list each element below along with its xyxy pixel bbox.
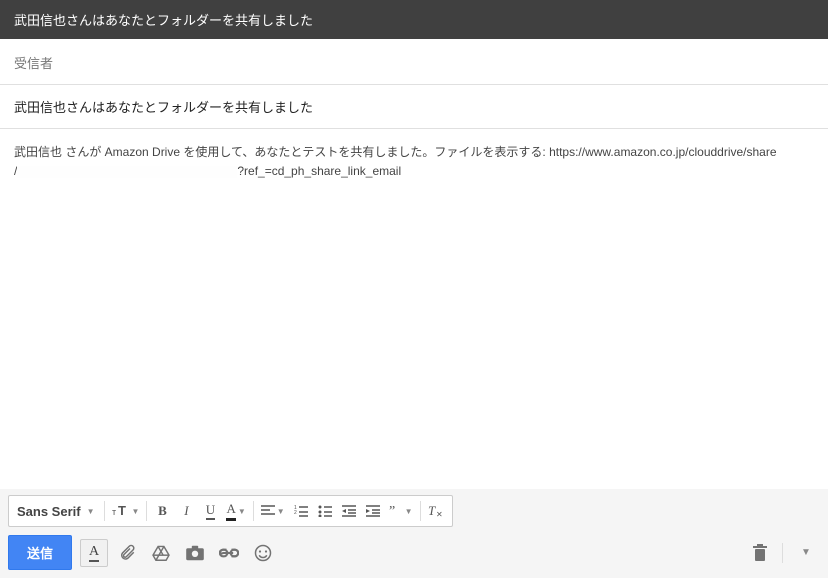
- body-line2-suffix: ?ref_=cd_ph_share_link_email: [237, 164, 401, 178]
- remove-formatting-button[interactable]: T✕: [424, 499, 448, 523]
- indent-less-button[interactable]: [337, 499, 361, 523]
- attach-file-button[interactable]: [112, 538, 142, 568]
- caret-down-icon: ▼: [405, 507, 413, 516]
- font-size-icon: тT: [112, 504, 130, 518]
- link-icon: [219, 547, 239, 559]
- italic-button[interactable]: I: [174, 499, 198, 523]
- underline-button[interactable]: U: [198, 499, 222, 523]
- insert-emoji-button[interactable]: [248, 538, 278, 568]
- separator: [104, 501, 105, 521]
- body-url-head: https://www.amazon.co.jp/clouddrive/shar…: [549, 145, 776, 159]
- insert-drive-button[interactable]: [146, 538, 176, 568]
- compose-action-bar: 送信 A ▼: [8, 535, 820, 570]
- caret-down-icon: ▼: [132, 507, 140, 516]
- formatting-toolbar: Sans Serif ▼ тT ▼ B I U A ▼ ▼ 12: [8, 495, 453, 527]
- svg-text:T: T: [428, 504, 436, 518]
- numbered-list-icon: 12: [294, 505, 308, 517]
- caret-down-icon: ▼: [801, 547, 811, 558]
- insert-link-button[interactable]: [214, 538, 244, 568]
- font-size-button[interactable]: тT ▼: [108, 499, 144, 523]
- align-button[interactable]: ▼: [257, 499, 289, 523]
- paperclip-icon: [118, 544, 136, 562]
- indent-less-icon: [342, 505, 356, 517]
- drive-icon: [152, 545, 170, 561]
- discard-draft-button[interactable]: [745, 538, 775, 568]
- bulleted-list-button[interactable]: [313, 499, 337, 523]
- compose-title: 武田信也さんはあなたとフォルダーを共有しました: [14, 13, 313, 28]
- svg-text:✕: ✕: [436, 510, 443, 518]
- subject-value: 武田信也さんはあなたとフォルダーを共有しました: [14, 100, 313, 115]
- font-family-picker[interactable]: Sans Serif ▼: [13, 499, 101, 523]
- insert-photo-button[interactable]: [180, 538, 210, 568]
- svg-text:”: ”: [389, 505, 395, 517]
- separator: [420, 501, 421, 521]
- indent-more-button[interactable]: [361, 499, 385, 523]
- recipient-field[interactable]: 受信者: [0, 39, 828, 85]
- caret-down-icon: ▼: [238, 507, 246, 516]
- message-body[interactable]: 武田信也 さんが Amazon Drive を使用して、あなたとテストを共有しま…: [0, 129, 828, 487]
- emoji-icon: [254, 544, 272, 562]
- indent-more-icon: [366, 505, 380, 517]
- more-options-button[interactable]: ▼: [790, 538, 820, 568]
- remove-formatting-icon: T✕: [428, 504, 444, 518]
- redacted-segment: [17, 166, 237, 178]
- camera-icon: [185, 545, 205, 561]
- trash-icon: [753, 544, 767, 562]
- body-text-1: 武田信也 さんが Amazon Drive を使用して、あなたとテストを共有しま…: [14, 145, 549, 159]
- numbered-list-button[interactable]: 12: [289, 499, 313, 523]
- formatting-toggle-icon: A: [89, 544, 99, 562]
- compose-toolbar: Sans Serif ▼ тT ▼ B I U A ▼ ▼ 12: [0, 489, 828, 578]
- separator: [782, 543, 783, 563]
- bulleted-list-icon: [318, 505, 332, 517]
- align-left-icon: [261, 505, 275, 517]
- bold-button[interactable]: B: [150, 499, 174, 523]
- separator: [146, 501, 147, 521]
- font-family-label: Sans Serif: [17, 504, 81, 519]
- text-color-button[interactable]: A ▼: [222, 499, 249, 523]
- separator: [253, 501, 254, 521]
- send-button[interactable]: 送信: [8, 535, 72, 570]
- svg-text:T: T: [118, 504, 126, 518]
- svg-text:т: т: [112, 507, 116, 517]
- quote-button[interactable]: ” ▼: [385, 499, 417, 523]
- caret-down-icon: ▼: [277, 507, 285, 516]
- svg-text:2: 2: [294, 510, 297, 516]
- quote-icon: ”: [389, 505, 403, 517]
- subject-field[interactable]: 武田信也さんはあなたとフォルダーを共有しました: [0, 85, 828, 129]
- recipient-label: 受信者: [14, 56, 53, 71]
- caret-down-icon: ▼: [87, 507, 95, 516]
- formatting-toggle-button[interactable]: A: [80, 539, 108, 567]
- compose-header: 武田信也さんはあなたとフォルダーを共有しました: [0, 0, 828, 39]
